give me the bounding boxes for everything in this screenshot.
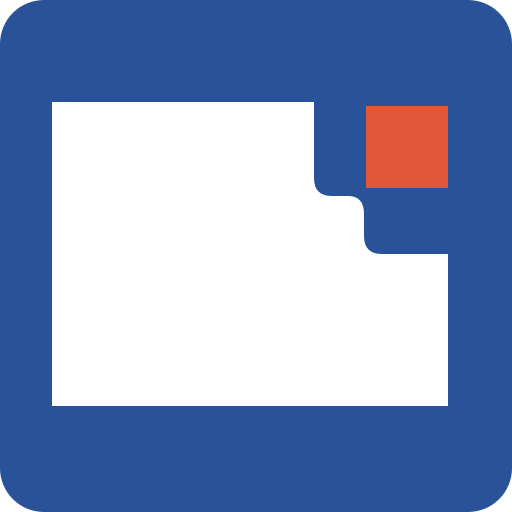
window-notification-icon [0,0,512,512]
app-icon[interactable] [0,0,512,512]
notification-badge [366,106,448,188]
